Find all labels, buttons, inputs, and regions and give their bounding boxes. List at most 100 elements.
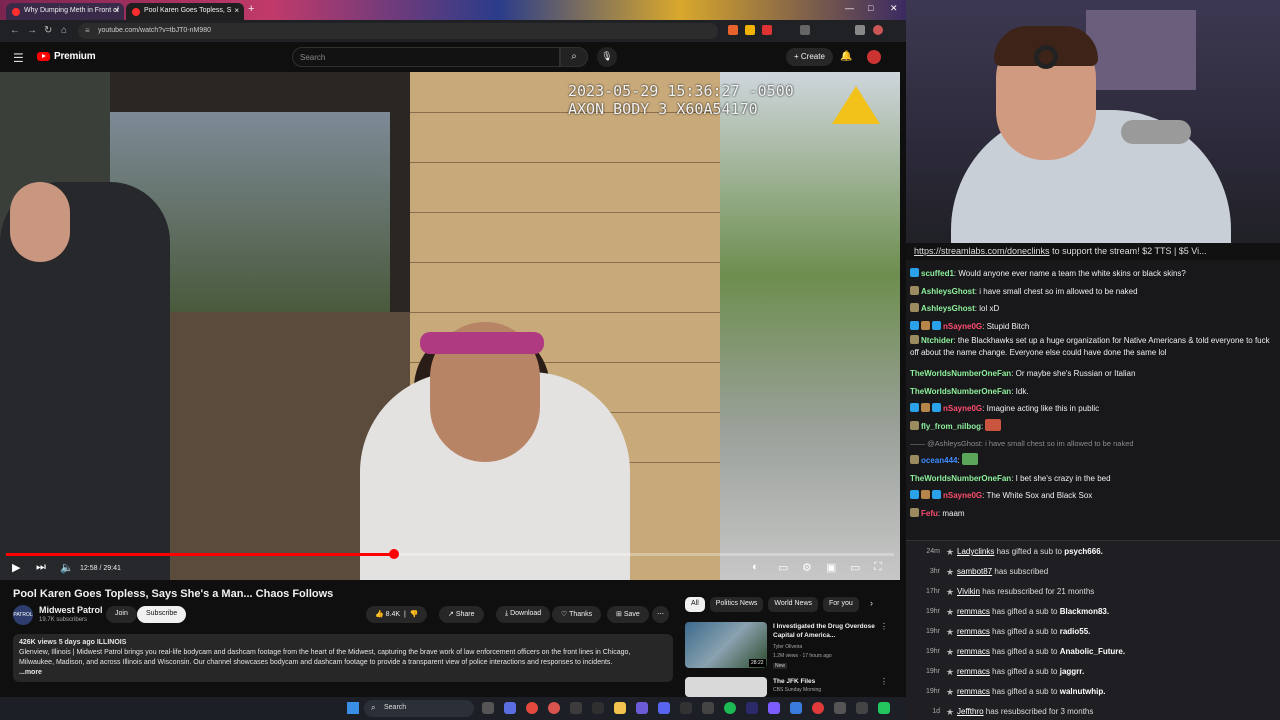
maximize-icon[interactable]: □ [868, 3, 873, 13]
more-link[interactable]: ...more [19, 669, 42, 676]
app-icon[interactable] [790, 702, 802, 714]
extension-icon[interactable] [745, 25, 755, 35]
chat-badge-icon[interactable] [910, 403, 919, 412]
app-icon[interactable] [592, 702, 604, 714]
youtube-logo[interactable]: Premium [37, 51, 96, 62]
more-vert-icon[interactable]: ⋮ [880, 622, 888, 631]
chevron-right-icon[interactable]: › [870, 598, 873, 608]
chat-badge-icon[interactable] [910, 285, 919, 295]
like-button[interactable]: 👍 8.4K | 👎 [366, 606, 428, 623]
event-user[interactable]: sambot87 [957, 567, 992, 576]
dislike-icon[interactable]: 👎 [410, 611, 419, 618]
miniplayer-icon[interactable]: ▣ [826, 561, 836, 574]
browser-tab[interactable]: Why Dumping Meth in Front of × [6, 3, 124, 20]
chat-badge-icon[interactable] [910, 268, 919, 277]
app-icon[interactable] [504, 702, 516, 714]
chat-username[interactable]: TheWorldsNumberOneFan [910, 474, 1011, 483]
fullscreen-icon[interactable]: ⛶ [874, 561, 882, 574]
chat-badge-icon[interactable] [932, 403, 941, 412]
description-box[interactable]: 426K views 5 days ago ILLINOIS Glenview,… [13, 634, 673, 682]
close-tab-icon[interactable]: × [234, 6, 239, 15]
recommended-title[interactable]: The JFK Files [773, 677, 881, 686]
chat-badge-icon[interactable] [932, 490, 941, 499]
download-button[interactable]: ⤓ Download [496, 606, 551, 623]
chat-username[interactable]: nSayne0G [943, 491, 982, 500]
recommended-title[interactable]: I Investigated the Drug Overdose Capital… [773, 622, 881, 640]
app-icon[interactable] [680, 702, 692, 714]
extension-icon[interactable] [728, 25, 738, 35]
chat-username[interactable]: nSayne0G [943, 404, 982, 413]
browser-tab-active[interactable]: Pool Karen Goes Topless, S × [126, 3, 244, 20]
create-button[interactable]: + Create [786, 48, 833, 66]
event-user[interactable]: remmacs [957, 647, 990, 656]
chip-for-you[interactable]: For you [823, 597, 859, 612]
menu-icon[interactable]: ☰ [13, 51, 24, 65]
channel-avatar[interactable]: PATROL [13, 605, 33, 625]
channel-name[interactable]: Midwest Patrol [39, 605, 103, 615]
chat-badge-icon[interactable] [921, 490, 930, 499]
recommended-video[interactable]: The JFK Files CBS Sunday Morning ⋮ [685, 677, 895, 697]
windows-start-icon[interactable] [347, 702, 359, 714]
extension-icon[interactable] [762, 25, 772, 35]
chat-badge-icon[interactable] [921, 320, 930, 330]
more-actions-button[interactable]: ⋯ [652, 606, 669, 623]
chrome-icon[interactable] [526, 702, 538, 714]
volume-icon[interactable]: 🔈 [60, 561, 74, 574]
task-view-icon[interactable] [482, 702, 494, 714]
event-user[interactable]: Vivikin [957, 587, 980, 596]
chat-username[interactable]: Ntchider [921, 336, 953, 345]
chat-badge-icon[interactable] [910, 507, 919, 517]
chat-badge-icon[interactable] [932, 320, 941, 330]
search-button[interactable]: ⌕ [560, 47, 588, 67]
close-window-icon[interactable]: ✕ [890, 3, 898, 14]
voice-search-button[interactable]: 🎙 [597, 47, 617, 67]
progress-bar[interactable] [6, 549, 894, 559]
app-icon[interactable] [570, 702, 582, 714]
more-vert-icon[interactable]: ⋮ [880, 677, 888, 686]
next-icon[interactable]: ⏭ [36, 561, 46, 574]
save-button[interactable]: ⊞ Save [607, 606, 649, 623]
recommended-channel[interactable]: Tyler Oliveira [773, 644, 802, 651]
chat-username[interactable]: Fefu [921, 509, 938, 518]
extensions-puzzle-icon[interactable] [800, 25, 810, 35]
play-icon[interactable]: ▶ [12, 561, 20, 574]
discord-icon[interactable] [658, 702, 670, 714]
app-icon[interactable] [878, 702, 890, 714]
theater-mode-icon[interactable]: ▭ [850, 561, 860, 574]
chat-username[interactable]: fly_from_nilbog [921, 422, 981, 431]
event-user[interactable]: Jeffthro [957, 707, 984, 716]
video-player[interactable]: 2023-05-29 15:36:27 -0500 AXON BODY 3 X6… [0, 72, 900, 580]
thanks-button[interactable]: ♡ Thanks [552, 606, 602, 623]
event-user[interactable]: remmacs [957, 627, 990, 636]
progress-scrubber[interactable] [389, 549, 400, 559]
chat-username[interactable]: TheWorldsNumberOneFan [910, 387, 1011, 396]
chat-username[interactable]: ocean444 [921, 456, 957, 465]
recommended-video[interactable]: 28:22 I Investigated the Drug Overdose C… [685, 622, 895, 670]
captions-icon[interactable]: ▭ [778, 561, 788, 574]
back-icon[interactable]: ← [10, 25, 20, 36]
chat-badge-icon[interactable] [910, 303, 919, 312]
app-icon[interactable] [746, 702, 758, 714]
chat-badge-icon[interactable] [921, 403, 930, 412]
extension-icon[interactable] [855, 25, 865, 35]
taskbar-search[interactable]: ⌕ Search [364, 700, 474, 717]
spotify-icon[interactable] [724, 702, 736, 714]
share-button[interactable]: ↗ Share [439, 606, 484, 623]
event-user[interactable]: remmacs [957, 687, 990, 696]
join-button[interactable]: Join [106, 606, 137, 623]
settings-gear-icon[interactable]: ⚙ [802, 561, 812, 574]
account-avatar[interactable] [867, 50, 881, 64]
app-icon[interactable] [548, 702, 560, 714]
new-tab-icon[interactable]: + [248, 3, 254, 15]
home-icon[interactable]: ⌂ [61, 25, 67, 36]
address-bar[interactable]: ≡ youtube.com/watch?v=tbJT0-nM980 [78, 23, 718, 39]
app-icon[interactable] [636, 702, 648, 714]
site-info-icon[interactable]: ≡ [85, 26, 90, 35]
forward-icon[interactable]: → [27, 25, 37, 36]
chip-all[interactable]: All [685, 597, 705, 612]
event-user[interactable]: Ladyclinks [957, 547, 994, 556]
app-icon[interactable] [702, 702, 714, 714]
profile-icon[interactable] [873, 25, 883, 35]
app-icon[interactable] [812, 702, 824, 714]
chip-politics-news[interactable]: Politics News [709, 597, 764, 612]
